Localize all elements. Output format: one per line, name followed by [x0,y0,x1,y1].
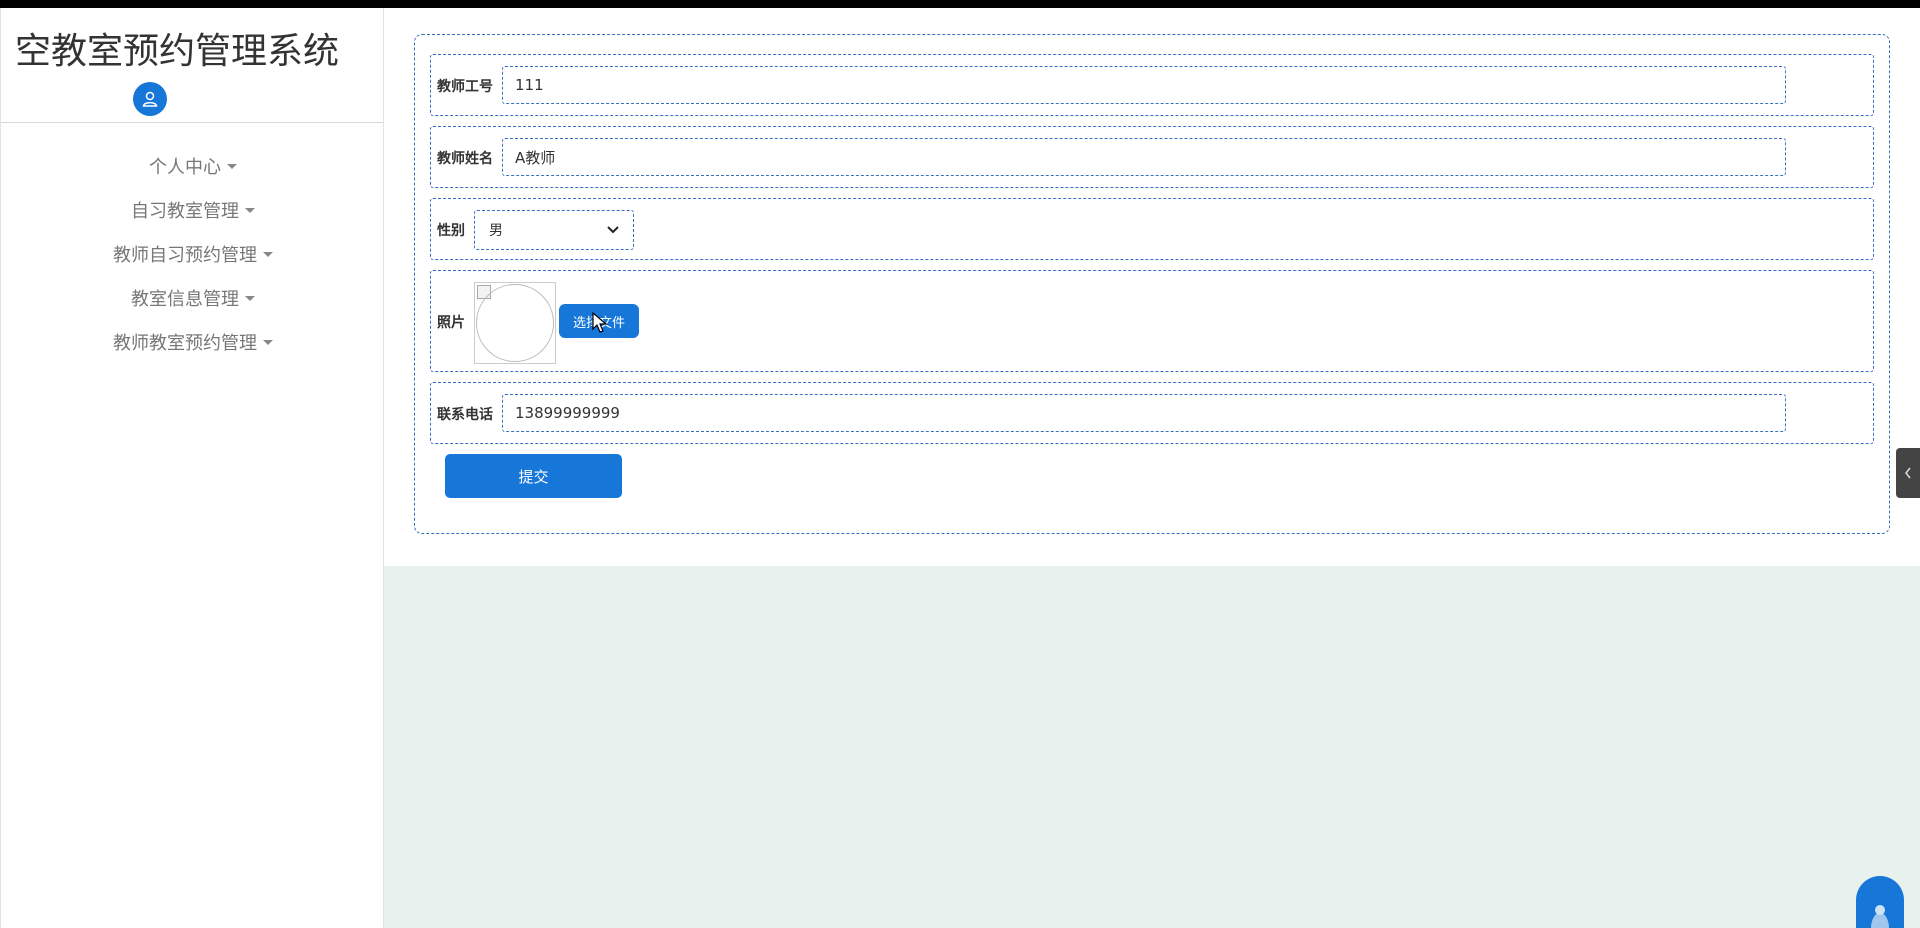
floating-assistant-button[interactable] [1856,876,1904,928]
teacher-name-input[interactable] [502,138,1786,176]
caret-down-icon [263,339,273,345]
sidebar-item-label: 个人中心 [149,157,221,178]
user-avatar[interactable] [133,82,167,116]
sidebar-item-label: 教室信息管理 [131,289,239,310]
teacher-id-label: 教师工号 [437,79,493,95]
sidebar-item-personal-center[interactable]: 个人中心 [1,144,385,188]
form-row-teacher-id: 教师工号 [430,54,1874,116]
sidebar-item-teacher-study-reservation[interactable]: 教师自习预约管理 [1,232,385,276]
photo-placeholder-circle [476,284,554,362]
form-row-teacher-name: 教师姓名 [430,126,1874,188]
photo-label: 照片 [437,315,465,331]
sidebar-item-study-room-management[interactable]: 自习教室管理 [1,188,385,232]
chevron-down-icon [607,226,619,234]
sidebar-item-teacher-classroom-reservation[interactable]: 教师教室预约管理 [1,320,385,364]
teacher-id-input[interactable] [502,66,1786,104]
sidebar-item-label: 自习教室管理 [131,201,239,222]
caret-down-icon [245,295,255,301]
form-row-photo: 照片 选择文件 [430,270,1874,372]
chevron-left-icon [1905,467,1911,479]
sidebar-nav: 个人中心 自习教室管理 教师自习预约管理 教室信息管理 教师教室预约管理 [1,144,385,364]
form-row-phone: 联系电话 [430,382,1874,444]
side-panel-toggle[interactable] [1896,448,1920,498]
user-icon [142,91,158,107]
sidebar-item-label: 教师教室预约管理 [113,333,257,354]
phone-input[interactable] [502,394,1786,432]
sidebar: 空教室预约管理系统 个人中心 自习教室管理 教师自习预约管理 教室信息管理 教师… [0,8,384,928]
brand-header: 空教室预约管理系统 [1,8,383,123]
top-bar [0,0,1920,8]
sidebar-item-classroom-info[interactable]: 教室信息管理 [1,276,385,320]
gender-selected-value: 男 [489,223,503,239]
assistant-icon [1871,905,1889,928]
app-title: 空教室预约管理系统 [15,31,340,72]
form-row-gender: 性别 男 [430,198,1874,260]
sidebar-item-label: 教师自习预约管理 [113,245,257,266]
submit-button[interactable]: 提交 [445,454,622,498]
caret-down-icon [245,207,255,213]
gender-label: 性别 [437,223,465,239]
caret-down-icon [263,251,273,257]
main-background [384,566,1920,928]
teacher-name-label: 教师姓名 [437,151,493,167]
mouse-cursor-icon [592,312,608,333]
gender-select[interactable]: 男 [474,210,634,250]
photo-preview [474,282,556,364]
phone-label: 联系电话 [437,407,493,423]
caret-down-icon [227,163,237,169]
